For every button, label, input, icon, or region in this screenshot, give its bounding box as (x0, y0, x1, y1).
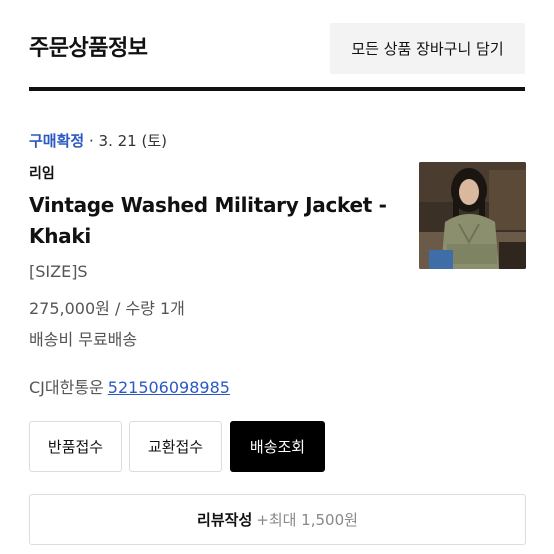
product-thumbnail[interactable] (419, 162, 526, 269)
write-review-label: 리뷰작성 (197, 511, 253, 529)
product-size: [SIZE]S (29, 262, 88, 281)
write-review-button[interactable]: 리뷰작성 +최대 1,500원 (29, 494, 526, 545)
price-quantity: 275,000원 / 수량 1개 (29, 299, 185, 318)
product-name[interactable]: Vintage Washed Military Jacket - Khaki (29, 190, 394, 252)
return-request-button[interactable]: 반품접수 (29, 421, 122, 472)
tracking-number-link[interactable]: 521506098985 (108, 378, 230, 397)
status-separator: · (88, 132, 94, 150)
brand-name[interactable]: 리임 (29, 163, 55, 183)
review-points-label: +최대 1,500원 (256, 511, 358, 529)
header-divider (29, 87, 525, 91)
add-all-to-cart-button[interactable]: 모든 상품 장바구니 담기 (330, 23, 525, 74)
carrier-name: CJ대한통운 (29, 378, 104, 397)
order-header: 주문상품정보 모든 상품 장바구니 담기 (0, 0, 554, 88)
track-delivery-button[interactable]: 배송조회 (230, 421, 325, 472)
order-status: 구매확정 (29, 132, 85, 150)
order-date: 3. 21 (토) (98, 132, 167, 150)
exchange-request-button[interactable]: 교환접수 (129, 421, 222, 472)
tracking-info: CJ대한통운 521506098985 (29, 374, 230, 398)
page-title: 주문상품정보 (29, 36, 148, 61)
order-status-line: 구매확정 · 3. 21 (토) (29, 130, 167, 151)
shipping-fee: 배송비 무료배송 (29, 330, 138, 349)
